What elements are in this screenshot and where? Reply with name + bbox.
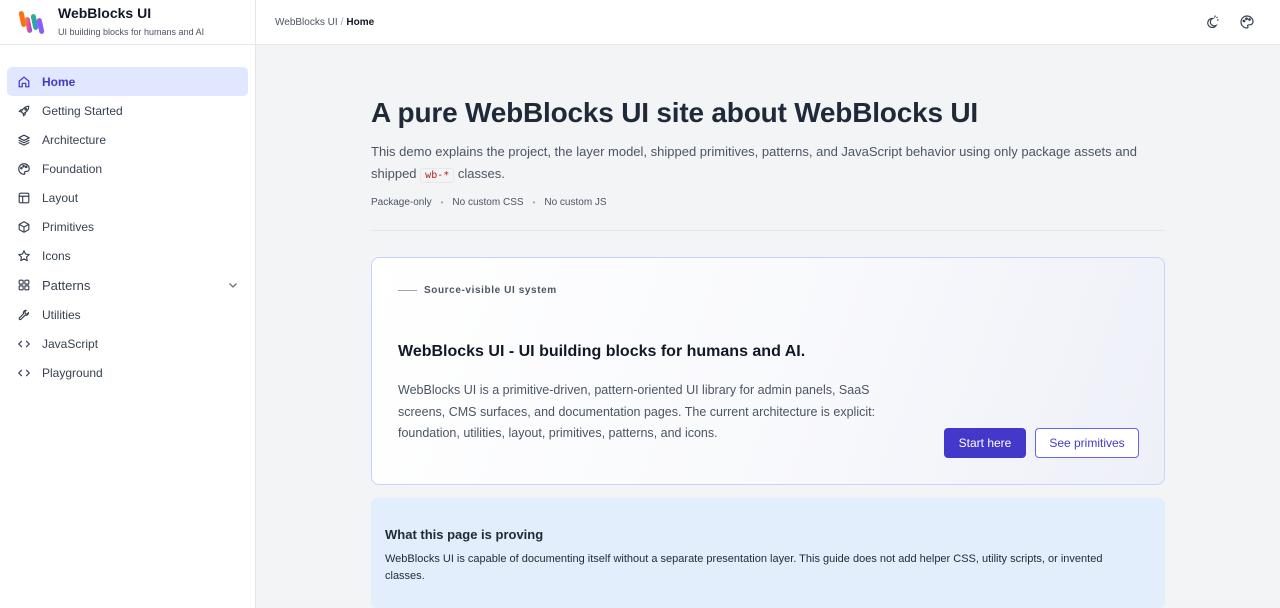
breadcrumb: WebBlocks UI / Home (275, 17, 374, 28)
layers-icon (17, 133, 31, 147)
theme-toggle-icon[interactable] (1204, 14, 1220, 30)
divider (371, 230, 1165, 231)
rocket-icon (17, 104, 31, 118)
code-icon (17, 337, 31, 351)
brand[interactable]: WebBlocks UI UI building blocks for huma… (0, 0, 255, 45)
sidebar-nav: Home Getting Started Architecture Founda… (0, 45, 255, 387)
hero-card: Source-visible UI system WebBlocks UI - … (371, 257, 1165, 485)
breadcrumb-separator: / (340, 16, 344, 28)
sidebar-item-label: JavaScript (42, 336, 99, 351)
topbar: WebBlocks UI / Home (256, 0, 1280, 45)
sidebar-item-javascript[interactable]: JavaScript (7, 329, 248, 358)
info-callout: What this page is proving WebBlocks UI i… (371, 498, 1165, 608)
inline-code: wb-* (420, 168, 455, 183)
page-meta: Package-only • No custom CSS • No custom… (371, 197, 607, 208)
main-content: A pure WebBlocks UI site about WebBlocks… (256, 45, 1280, 608)
meta-item: No custom JS (544, 197, 607, 208)
sidebar-item-label: Primitives (42, 219, 95, 234)
meta-item: Package-only (371, 197, 432, 208)
wrench-icon (17, 308, 31, 322)
webblocks-logo-icon (19, 11, 45, 34)
card-title: WebBlocks UI - UI building blocks for hu… (398, 343, 806, 360)
sidebar-item-architecture[interactable]: Architecture (7, 125, 248, 154)
meta-item: No custom CSS (452, 197, 524, 208)
meta-separator: • (532, 198, 536, 207)
sidebar-item-utilities[interactable]: Utilities (7, 300, 248, 329)
callout-title: What this page is proving (385, 527, 544, 542)
star-icon (17, 249, 31, 263)
sidebar-item-foundation[interactable]: Foundation (7, 154, 248, 183)
sidebar-item-label: Icons (42, 248, 71, 263)
cube-icon (17, 220, 31, 234)
breadcrumb-root[interactable]: WebBlocks UI (275, 17, 338, 28)
page-title: A pure WebBlocks UI site about WebBlocks… (371, 97, 979, 128)
code-icon (17, 366, 31, 380)
sidebar-item-label: Architecture (42, 132, 107, 147)
card-eyebrow: Source-visible UI system (398, 285, 557, 296)
brand-name: WebBlocks UI (58, 5, 152, 21)
see-primitives-button[interactable]: See primitives (1035, 428, 1139, 458)
brand-tagline: UI building blocks for humans and AI (58, 27, 205, 37)
sidebar-item-patterns[interactable]: Patterns (7, 270, 248, 300)
sidebar-item-icons[interactable]: Icons (7, 241, 248, 270)
grid-icon (17, 278, 31, 292)
breadcrumb-current: Home (346, 16, 375, 28)
sidebar-item-getting-started[interactable]: Getting Started (7, 96, 248, 125)
card-body: WebBlocks UI is a primitive-driven, patt… (398, 383, 876, 440)
layout-icon (17, 191, 31, 205)
home-icon (17, 75, 31, 89)
sidebar-item-label: Utilities (42, 307, 81, 322)
sidebar-item-home[interactable]: Home (7, 67, 248, 96)
sidebar-item-label: Getting Started (42, 103, 123, 118)
sidebar-item-label: Layout (42, 190, 79, 205)
sidebar-item-label: Patterns (42, 277, 91, 293)
sidebar-item-label: Home (42, 74, 76, 89)
sidebar-item-label: Playground (42, 365, 103, 380)
palette-icon (17, 162, 31, 176)
sidebar-item-playground[interactable]: Playground (7, 358, 248, 387)
eyebrow-text: Source-visible UI system (424, 285, 557, 296)
page-lead: This demo explains the project, the laye… (371, 141, 1161, 187)
meta-separator: • (440, 198, 444, 207)
sidebar: WebBlocks UI UI building blocks for huma… (0, 0, 256, 608)
callout-body: WebBlocks UI is capable of documenting i… (385, 553, 1103, 582)
sidebar-item-layout[interactable]: Layout (7, 183, 248, 212)
palette-icon[interactable] (1239, 14, 1255, 30)
sidebar-item-primitives[interactable]: Primitives (7, 212, 248, 241)
chevron-down-icon[interactable] (227, 279, 239, 291)
lead-text-end: classes. (457, 166, 505, 181)
start-here-button[interactable]: Start here (944, 428, 1026, 458)
eyebrow-line (398, 290, 417, 291)
sidebar-item-label: Foundation (42, 161, 103, 176)
